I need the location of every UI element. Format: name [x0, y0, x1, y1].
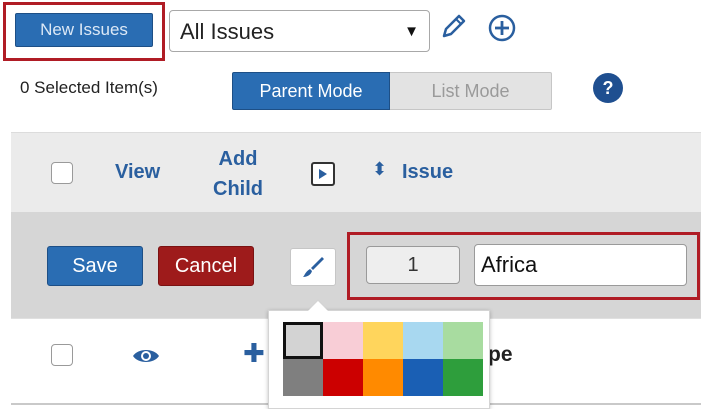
issue-name-input[interactable]: Africa [474, 244, 687, 286]
help-icon[interactable]: ? [593, 73, 623, 103]
play-icon [319, 169, 327, 179]
select-all-checkbox[interactable] [51, 162, 73, 184]
view-select-value: All Issues [180, 19, 275, 44]
list-mode-button[interactable]: List Mode [390, 72, 552, 110]
column-header-add-child[interactable]: Add Child [213, 144, 263, 204]
pencil-icon[interactable] [438, 10, 470, 42]
issue-number-field[interactable]: 1 [366, 246, 460, 284]
color-swatch[interactable] [283, 322, 323, 359]
paintbrush-icon [303, 257, 324, 277]
mode-toggle: Parent Mode List Mode [232, 72, 552, 110]
view-select[interactable]: All Issues ▼ [169, 10, 430, 52]
palette-pointer-inner [308, 301, 328, 311]
save-button[interactable]: Save [47, 246, 143, 286]
color-swatch[interactable] [403, 322, 443, 359]
column-header-view[interactable]: View [115, 161, 160, 184]
color-swatch[interactable] [403, 359, 443, 396]
sort-icon[interactable]: ⬍ [372, 159, 387, 180]
selected-count: 0 Selected Item(s) [20, 78, 158, 97]
expand-play-button[interactable] [311, 162, 335, 186]
color-swatch[interactable] [283, 359, 323, 396]
row-issue-text: pe [488, 343, 513, 366]
column-header-issue[interactable]: Issue [402, 161, 453, 184]
dropdown-caret-icon: ▼ [404, 23, 419, 40]
cancel-button[interactable]: Cancel [158, 246, 254, 286]
color-swatch[interactable] [443, 359, 483, 396]
add-child-line1: Add [218, 148, 258, 170]
add-child-icon[interactable]: ✚ [243, 338, 265, 369]
color-swatch[interactable] [323, 359, 363, 396]
color-picker-button[interactable] [290, 248, 336, 286]
parent-mode-button[interactable]: Parent Mode [232, 72, 390, 110]
eye-icon[interactable] [132, 346, 160, 366]
color-swatch[interactable] [363, 359, 403, 396]
plus-circle-icon[interactable] [487, 13, 517, 43]
color-swatch[interactable] [363, 322, 403, 359]
color-swatch[interactable] [443, 322, 483, 359]
add-child-line2: Child [213, 178, 263, 200]
color-swatch[interactable] [323, 322, 363, 359]
color-swatch-grid [283, 322, 483, 396]
new-issues-button[interactable]: New Issues [15, 13, 153, 47]
row-checkbox[interactable] [51, 344, 73, 366]
